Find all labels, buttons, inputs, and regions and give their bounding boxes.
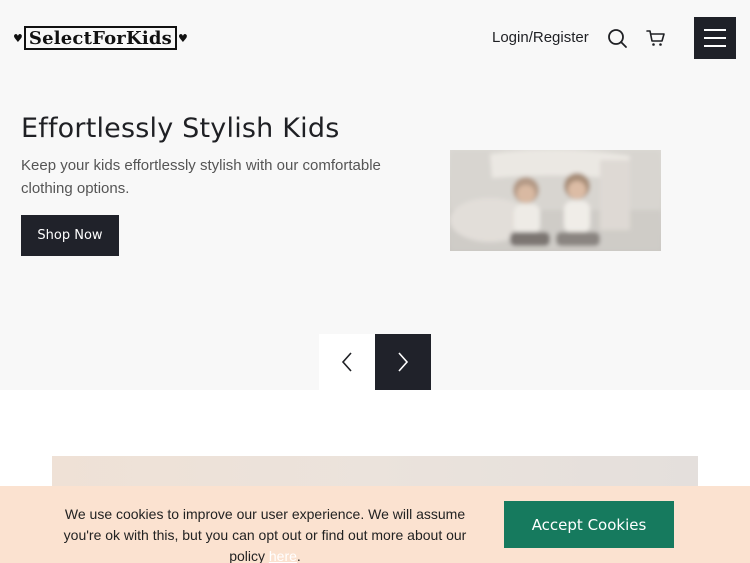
logo-text: SelectForKids: [28, 27, 172, 49]
cookie-policy-link[interactable]: here: [269, 548, 297, 563]
logo-box: SelectForKids: [23, 26, 177, 50]
chevron-left-icon: [341, 352, 352, 372]
cookie-text: We use cookies to improve our user exper…: [63, 506, 467, 563]
heart-icon: ♥: [177, 31, 188, 45]
hero-section: Effortlessly Stylish Kids Keep your kids…: [0, 80, 750, 390]
carousel-next-button[interactable]: [375, 334, 431, 390]
cookie-banner: We use cookies to improve our user exper…: [0, 486, 750, 563]
hero-image: [450, 150, 661, 251]
search-icon[interactable]: [606, 27, 628, 49]
cookie-message: We use cookies to improve our user exper…: [52, 504, 478, 563]
cookie-suffix: .: [296, 548, 301, 563]
hero-title: Effortlessly Stylish Kids: [21, 113, 340, 144]
logo[interactable]: ♥ SelectForKids ♥: [13, 25, 188, 51]
hero-subtitle: Keep your kids effortlessly stylish with…: [21, 157, 381, 197]
login-register-link[interactable]: Login/Register: [492, 29, 589, 46]
cart-icon[interactable]: [645, 27, 667, 49]
carousel-prev-button[interactable]: [319, 334, 375, 390]
chevron-right-icon: [398, 352, 409, 372]
accept-cookies-button[interactable]: Accept Cookies: [504, 501, 674, 548]
hamburger-menu-icon[interactable]: [694, 17, 736, 59]
site-header: ♥ SelectForKids ♥ Login/Register: [0, 0, 750, 80]
shop-now-button[interactable]: Shop Now: [21, 215, 119, 256]
heart-icon: ♥: [13, 31, 23, 45]
